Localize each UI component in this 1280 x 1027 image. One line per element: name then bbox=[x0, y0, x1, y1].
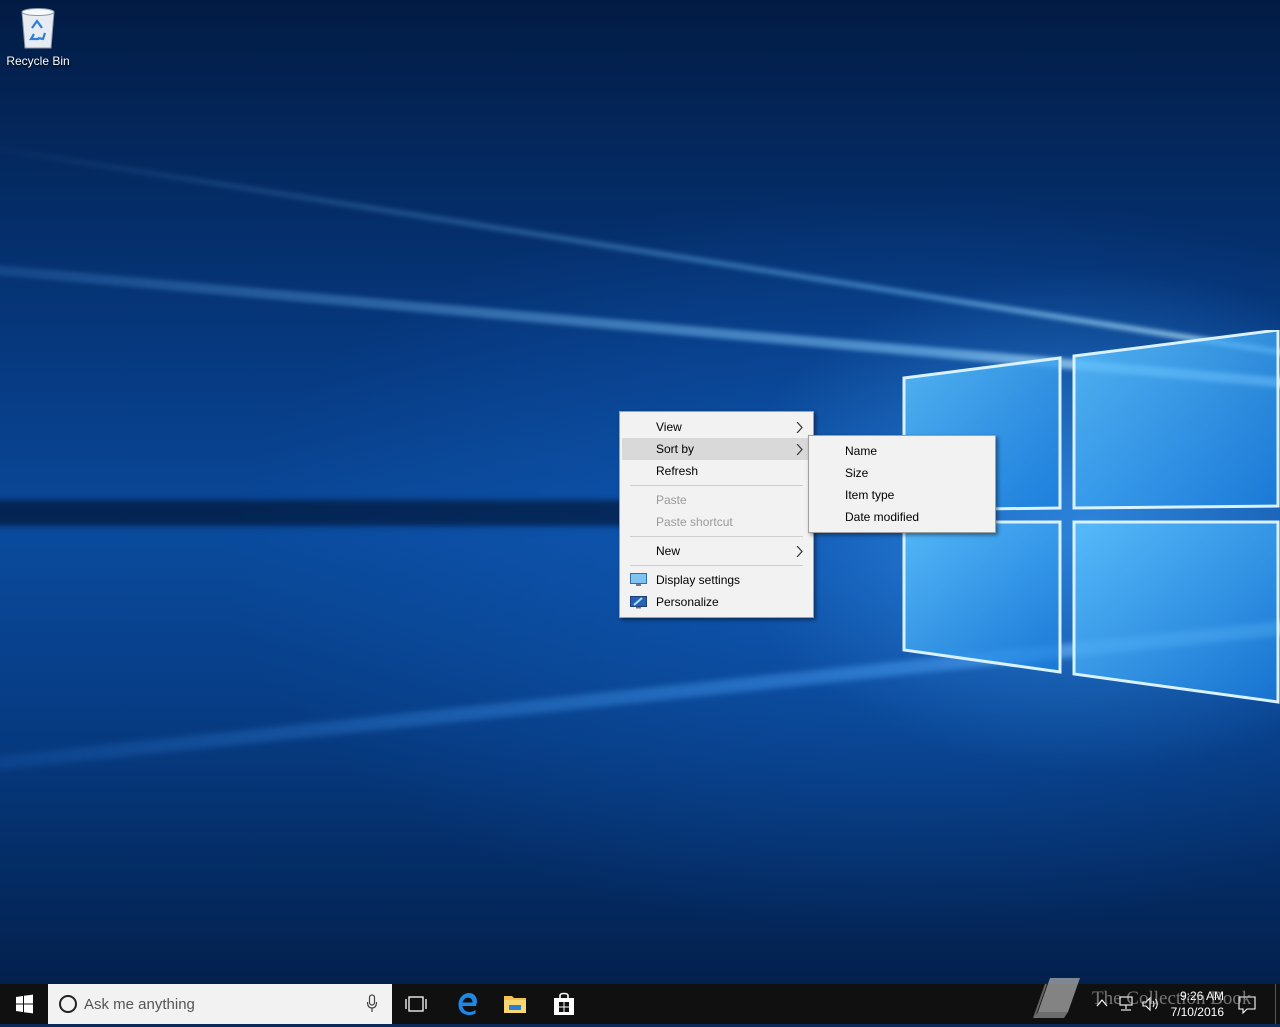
menu-item-paste: Paste bbox=[622, 489, 811, 511]
menu-item-view[interactable]: View bbox=[622, 416, 811, 438]
menu-item-label: Paste shortcut bbox=[656, 515, 733, 529]
menu-separator bbox=[630, 485, 803, 486]
personalize-icon bbox=[630, 596, 647, 609]
search-placeholder: Ask me anything bbox=[84, 996, 195, 1013]
menu-item-label: Item type bbox=[845, 488, 895, 502]
chevron-right-icon bbox=[796, 546, 803, 557]
menu-item-label: New bbox=[656, 544, 681, 558]
menu-item-label: Personalize bbox=[656, 595, 719, 609]
store-icon bbox=[554, 992, 574, 1015]
clock-time: 9:26 AM bbox=[1179, 989, 1224, 1003]
desktop-context-menu: View Sort by Refresh Paste Paste shortcu… bbox=[619, 411, 814, 618]
cortana-icon bbox=[59, 995, 77, 1013]
menu-separator bbox=[630, 536, 803, 537]
menu-item-label: Refresh bbox=[656, 464, 699, 478]
menu-item-label: Size bbox=[845, 466, 869, 480]
cortana-search-box[interactable]: Ask me anything bbox=[48, 984, 392, 1024]
menu-item-paste-shortcut: Paste shortcut bbox=[622, 511, 811, 533]
edge-button[interactable] bbox=[443, 984, 491, 1024]
microphone-icon[interactable] bbox=[366, 994, 378, 1014]
clock-date: 7/10/2016 bbox=[1170, 1005, 1224, 1019]
menu-item-label: Display settings bbox=[656, 573, 741, 587]
desktop-icon-label: Recycle Bin bbox=[6, 54, 70, 68]
volume-icon[interactable] bbox=[1142, 996, 1160, 1012]
file-explorer-icon bbox=[504, 996, 526, 1013]
menu-item-sort-by[interactable]: Sort by bbox=[622, 438, 811, 460]
action-center-icon[interactable] bbox=[1238, 996, 1256, 1014]
menu-item-label: View bbox=[656, 420, 682, 434]
menu-item-label: Sort by bbox=[656, 442, 695, 456]
submenu-item-size[interactable]: Size bbox=[811, 462, 993, 484]
menu-item-label: Date modified bbox=[845, 510, 920, 524]
chevron-right-icon bbox=[796, 422, 803, 433]
display-icon bbox=[630, 573, 647, 586]
recycle-bin-icon bbox=[21, 8, 55, 49]
submenu-item-item-type[interactable]: Item type bbox=[811, 484, 993, 506]
taskbar-clock[interactable]: 9:26 AM 7/10/2016 bbox=[1171, 988, 1224, 1020]
windows-start-icon bbox=[16, 994, 33, 1014]
taskbar: Ask me anything 9:26 AM 7/10/2016 bbox=[0, 984, 1280, 1024]
menu-item-display-settings[interactable]: Display settings bbox=[622, 569, 811, 591]
menu-separator bbox=[630, 565, 803, 566]
show-hidden-icons-chevron-icon[interactable] bbox=[1096, 996, 1108, 1010]
submenu-item-date-modified[interactable]: Date modified bbox=[811, 506, 993, 528]
edge-icon bbox=[458, 993, 477, 1015]
network-icon[interactable] bbox=[1118, 996, 1136, 1012]
menu-item-new[interactable]: New bbox=[622, 540, 811, 562]
desktop-icon-recycle-bin[interactable]: Recycle Bin bbox=[2, 6, 74, 76]
store-button[interactable] bbox=[540, 984, 588, 1024]
task-view-button[interactable] bbox=[392, 984, 440, 1024]
menu-item-personalize[interactable]: Personalize bbox=[622, 591, 811, 613]
show-desktop-button[interactable] bbox=[1275, 984, 1276, 1024]
start-button[interactable] bbox=[0, 984, 48, 1024]
sort-by-submenu: Name Size Item type Date modified bbox=[808, 435, 996, 533]
file-explorer-button[interactable] bbox=[491, 984, 539, 1024]
menu-item-label: Paste bbox=[656, 493, 687, 507]
task-view-icon bbox=[405, 996, 427, 1012]
menu-item-refresh[interactable]: Refresh bbox=[622, 460, 811, 482]
submenu-item-name[interactable]: Name bbox=[811, 440, 993, 462]
chevron-right-icon bbox=[796, 444, 803, 455]
menu-item-label: Name bbox=[845, 444, 878, 458]
